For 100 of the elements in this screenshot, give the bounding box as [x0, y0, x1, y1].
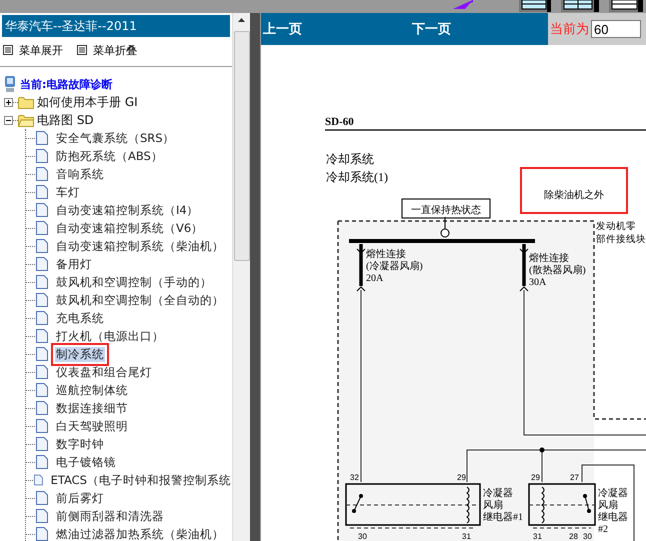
fuse-label: 熔性连接 — [366, 249, 406, 260]
pin-number: 31 — [533, 532, 542, 541]
fuse-rating: 30A — [529, 277, 546, 288]
current-location: 当前:电路故障诊断 — [20, 76, 112, 92]
document-icon — [36, 527, 48, 541]
document-icon — [36, 239, 48, 253]
document-icon — [36, 383, 48, 397]
document-icon — [36, 293, 48, 307]
tree-item[interactable]: 白天驾驶照明 — [55, 418, 129, 434]
folder-icon — [18, 114, 34, 126]
page-label: 当前为 — [550, 21, 589, 38]
tree-item[interactable]: 自动变速箱控制系统（V6） — [55, 220, 204, 236]
page-input[interactable]: 60 — [591, 20, 641, 38]
folder-icon — [18, 96, 34, 108]
tree-item[interactable]: 车灯 — [55, 184, 81, 200]
diagram-note: 除柴油机之外 — [544, 190, 604, 201]
tree-item[interactable]: 充电系统 — [55, 310, 105, 326]
expand-icon[interactable] — [4, 98, 13, 106]
tree-item[interactable]: 仪表盘和组合尾灯 — [55, 364, 153, 380]
document-icon — [36, 329, 48, 343]
computer-icon — [4, 76, 16, 92]
tree-item[interactable]: 电路图 SD — [37, 112, 94, 128]
relay-label: 继电器#1 — [483, 512, 523, 523]
list-icon — [3, 45, 13, 55]
tree-item[interactable]: 音响系统 — [55, 166, 105, 182]
next-page-link[interactable]: 下一页 — [410, 20, 451, 38]
document-icon — [36, 257, 48, 271]
diagram-heading: 冷却系统(1) — [326, 170, 388, 184]
document-icon — [36, 455, 48, 469]
tree-item[interactable]: 前侧雨刮器和清洗器 — [55, 508, 165, 524]
tree-item[interactable]: 如何使用本手册 GI — [37, 94, 138, 110]
document-icon — [36, 131, 48, 145]
tree-item[interactable]: 巡航控制体统 — [55, 382, 129, 398]
tree-item[interactable]: 备用灯 — [55, 256, 93, 272]
fuse-drawing — [356, 244, 366, 292]
diagram-label: 发动机零 — [596, 222, 636, 232]
menu-link[interactable]: 菜单折叠 — [93, 42, 137, 58]
scroll-thumb[interactable] — [234, 31, 250, 261]
pin-number: 31 — [462, 532, 471, 541]
document-icon — [36, 419, 48, 433]
document-icon — [36, 203, 48, 217]
tree-item[interactable]: 前后雾灯 — [55, 490, 105, 506]
relay-label: #2 — [598, 524, 608, 535]
list-icon — [77, 45, 87, 55]
document-icon — [36, 167, 48, 181]
collapse-icon[interactable] — [4, 116, 13, 124]
relay-label: 继电器 — [598, 512, 628, 523]
tree-item[interactable]: 制冷系统 — [55, 346, 105, 362]
relay-label: 风扇 — [483, 500, 503, 511]
tree-item[interactable]: 防抱死系统（ABS） — [55, 148, 164, 164]
diagram-label: 部件接线块 — [596, 235, 646, 245]
fuse-label: 熔性连接 — [529, 253, 569, 264]
tree-item[interactable]: 数字时钟 — [55, 436, 105, 452]
fuse-label: (冷凝器风扇) — [366, 261, 423, 272]
document-icon — [36, 509, 48, 523]
document-icon — [36, 401, 48, 415]
relay-label: 冷凝器 — [598, 488, 628, 499]
triangle-icon — [453, 0, 473, 9]
pin-number: 30 — [583, 532, 592, 541]
window-icon[interactable] — [561, 0, 599, 12]
pin-number: 29 — [531, 473, 540, 482]
window-icon[interactable] — [609, 0, 643, 12]
window-icon[interactable] — [519, 0, 551, 12]
fuse-label: (散热器风扇) — [529, 265, 586, 276]
document-icon — [36, 275, 48, 289]
document-icon — [36, 491, 48, 505]
document-icon — [36, 221, 48, 235]
document-icon — [36, 347, 48, 361]
tree-item[interactable]: 打火机（电源出口） — [55, 328, 165, 344]
pin-number: 28 — [569, 532, 578, 541]
pin-number: 27 — [570, 473, 579, 482]
diagram-heading: 冷却系统 — [326, 152, 374, 166]
fuse-rating: 20A — [366, 273, 384, 284]
tree-item[interactable]: 自动变速箱控制系统（I4） — [55, 202, 200, 218]
tree-item[interactable]: 安全气囊系统（SRS） — [55, 130, 176, 146]
menu-link[interactable]: 菜单展开 — [19, 42, 63, 58]
tree-item[interactable]: 自动变速箱控制系统（柴油机） — [55, 238, 225, 254]
panel-title: 华泰汽车--圣达菲--2011 — [2, 15, 230, 37]
tree-item[interactable]: 鼓风机和空调控制（手动的） — [55, 274, 213, 290]
document-icon — [36, 185, 48, 199]
tree-item[interactable]: 数据连接细节 — [55, 400, 129, 416]
tree-item[interactable]: ETACS（电子时钟和报警控制系统 — [50, 472, 232, 488]
document-icon — [36, 365, 48, 379]
tree-item[interactable]: 鼓风机和空调控制（全自动的） — [55, 292, 225, 308]
relay-label: 风扇 — [598, 500, 618, 511]
document-icon — [34, 473, 43, 487]
diagram-label: 一直保持热状态 — [411, 205, 481, 216]
fuse-drawing — [520, 244, 528, 292]
relay-label: 冷凝器 — [483, 488, 513, 499]
pin-number: 30 — [358, 532, 367, 541]
document-icon — [36, 437, 48, 451]
tree-item[interactable]: 燃油过滤器加热系统（柴油机） — [55, 526, 225, 541]
scrollbar[interactable] — [232, 13, 250, 541]
page-code: SD-60 — [325, 116, 354, 128]
document-icon — [36, 149, 48, 163]
pin-number: 32 — [350, 473, 359, 482]
pin-number: 29 — [457, 473, 466, 482]
document-icon — [36, 311, 48, 325]
tree-item[interactable]: 电子镀铬镜 — [55, 454, 117, 470]
previous-page-link[interactable]: 上一页 — [261, 20, 302, 38]
